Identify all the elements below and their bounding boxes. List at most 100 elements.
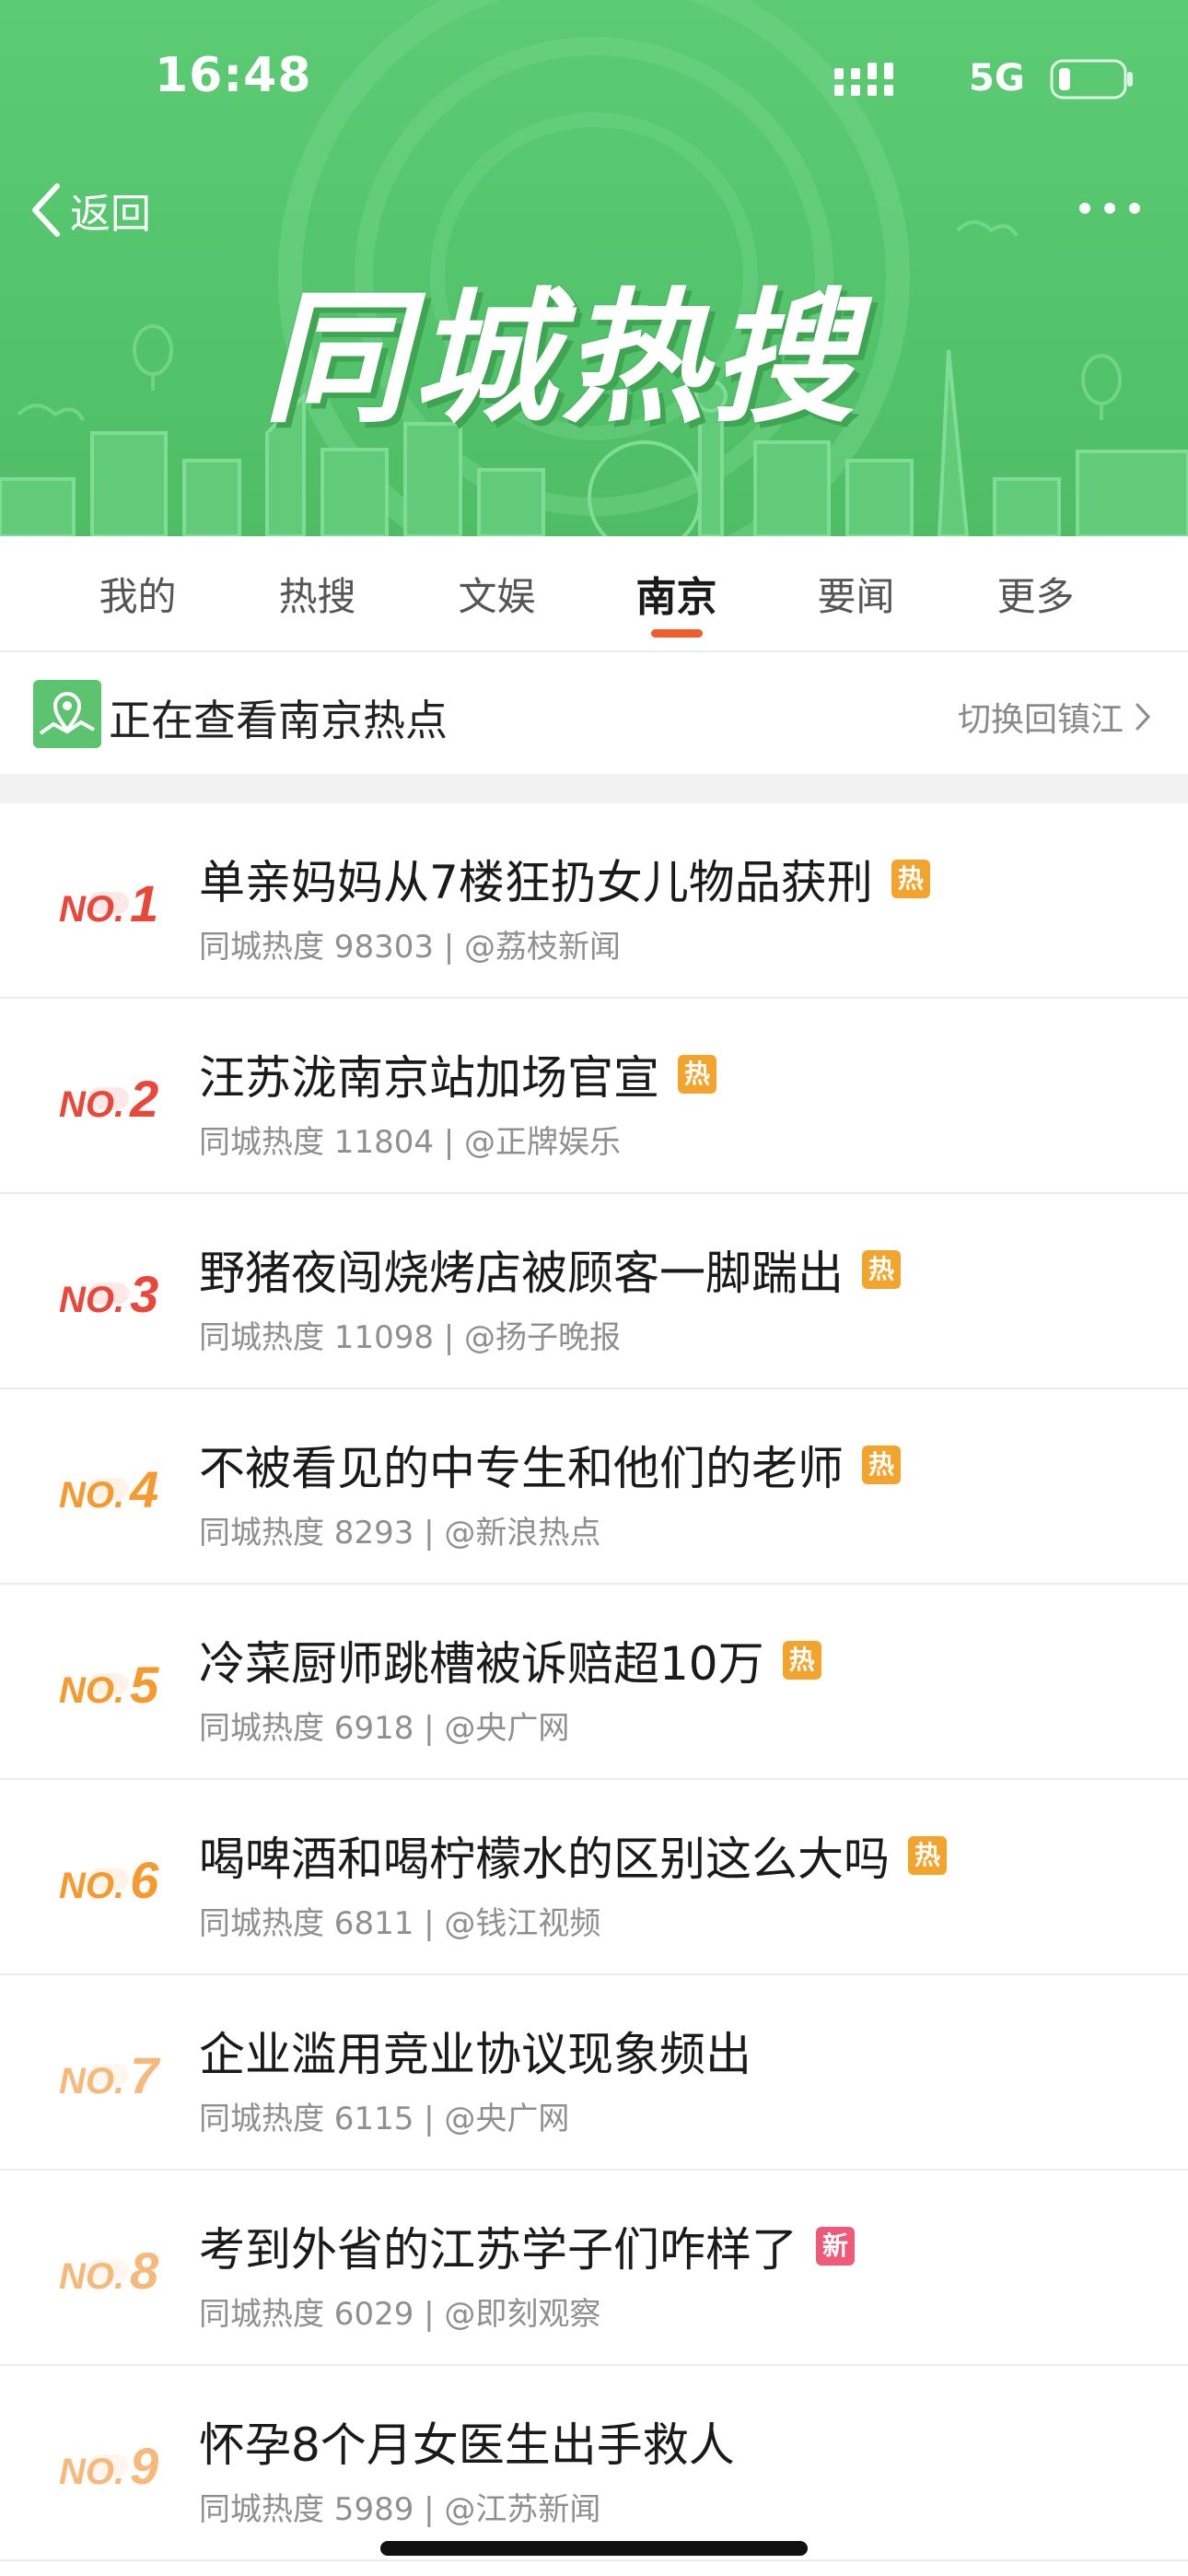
hot-list-item[interactable]: NO. 1 单亲妈妈从7楼狂扔女儿物品获刑热同城热度 98303 | @荔枝新闻: [0, 803, 1188, 999]
item-title-row: 考到外省的江苏学子们咋样了新: [199, 2213, 855, 2279]
rank-prefix: NO.: [59, 1475, 125, 1516]
hot-list-item[interactable]: NO. 3 野猪夜闯烧烤店被顾客一脚踹出热同城热度 11098 | @扬子晚报: [0, 1194, 1188, 1389]
tab-label: 更多: [996, 573, 1075, 619]
tab-nanjing[interactable]: 南京: [587, 536, 766, 650]
item-title: 冷菜厨师跳槽被诉赔超10万: [199, 1637, 764, 1691]
hot-badge: 热: [782, 1641, 821, 1680]
item-meta: 同城热度 6115 | @央广网: [199, 2101, 570, 2137]
new-badge: 新: [816, 2227, 855, 2266]
rank-prefix: NO.: [59, 1084, 125, 1125]
more-button[interactable]: [1068, 181, 1151, 236]
item-title-row: 单亲妈妈从7楼狂扔女儿物品获刑热: [199, 846, 930, 912]
network-label: 5G: [969, 57, 1025, 100]
item-meta: 同城热度 6811 | @钱江视频: [199, 1905, 601, 1942]
hot-search-list: NO. 1 单亲妈妈从7楼狂扔女儿物品获刑热同城热度 98303 | @荔枝新闻 NO…: [0, 803, 1188, 2561]
item-title: 野猪夜闯烧烤店被顾客一脚踹出: [199, 1247, 844, 1300]
item-title: 单亲妈妈从7楼狂扔女儿物品获刑: [199, 856, 873, 909]
rank-number: 1: [130, 874, 159, 932]
rank-label: NO. 9: [59, 2436, 158, 2496]
category-tabs: 我的 热搜 文娱 南京 要闻 更多: [0, 536, 1188, 650]
item-title: 不被看见的中专生和他们的老师: [199, 1442, 844, 1495]
item-title: 汪苏泷南京站加场官宣: [199, 1051, 659, 1105]
tab-news[interactable]: 要闻: [766, 536, 946, 650]
rank-number: 4: [130, 1460, 159, 1518]
item-title: 怀孕8个月女医生出手救人: [199, 2418, 735, 2472]
hot-badge: 热: [862, 1446, 901, 1484]
status-bar: 16:48 5G: [0, 0, 1188, 138]
status-time: 16:48: [155, 48, 312, 103]
hot-list-item[interactable]: NO. 5 冷菜厨师跳槽被诉赔超10万热同城热度 6918 | @央广网: [0, 1585, 1188, 1780]
hot-list-item[interactable]: NO. 6 喝啤酒和喝柠檬水的区别这么大吗热同城热度 6811 | @钱江视频: [0, 1780, 1188, 1975]
banner-title: 同城热搜: [263, 275, 860, 442]
rank-number: 3: [130, 1265, 159, 1323]
rank-prefix: NO.: [59, 889, 125, 930]
item-meta: 同城热度 5989 | @江苏新闻: [199, 2491, 601, 2528]
back-button[interactable]: 返回: [28, 177, 151, 243]
tab-mine[interactable]: 我的: [48, 536, 227, 650]
rank-label: NO. 3: [59, 1264, 158, 1324]
tab-label: 要闻: [817, 573, 895, 619]
tab-entertainment[interactable]: 文娱: [407, 536, 587, 650]
switch-city-link[interactable]: 切换回镇江: [958, 693, 1151, 741]
rank-label: NO. 6: [59, 1850, 158, 1910]
tab-hot-search[interactable]: 热搜: [227, 536, 407, 650]
item-title-row: 汪苏泷南京站加场官宣热: [199, 1041, 716, 1107]
item-title: 喝啤酒和喝柠檬水的区别这么大吗: [199, 1832, 890, 1886]
header-banner: 16:48 5G 返回 同城热搜: [0, 0, 1188, 536]
rank-label: NO. 1: [59, 873, 158, 933]
back-label: 返回: [70, 191, 151, 238]
hot-list-item[interactable]: NO. 4 不被看见的中专生和他们的老师热同城热度 8293 | @新浪热点: [0, 1389, 1188, 1585]
hot-list-item[interactable]: NO. 2 汪苏泷南京站加场官宣热同城热度 11804 | @正牌娱乐: [0, 999, 1188, 1194]
item-title-row: 冷菜厨师跳槽被诉赔超10万热: [199, 1627, 821, 1693]
rank-prefix: NO.: [59, 1670, 125, 1711]
item-meta: 同城热度 11098 | @扬子晚报: [199, 1319, 622, 1356]
rank-number: 5: [130, 1656, 159, 1714]
rank-label: NO. 7: [59, 2045, 158, 2105]
hot-badge: 热: [891, 860, 930, 898]
rank-prefix: NO.: [59, 2452, 125, 2492]
hot-badge: 热: [908, 1836, 947, 1875]
rank-number: 7: [130, 2046, 159, 2104]
rank-label: NO. 5: [59, 1655, 158, 1715]
rank-label: NO. 4: [59, 1459, 158, 1519]
battery-low-icon: [1050, 59, 1133, 100]
item-meta: 同城热度 8293 | @新浪热点: [199, 1515, 601, 1551]
item-meta: 同城热度 11804 | @正牌娱乐: [199, 1124, 622, 1161]
tab-more[interactable]: 更多: [946, 536, 1125, 650]
item-title: 企业滥用竞业协议现象频出: [199, 2028, 751, 2081]
rank-prefix: NO.: [59, 1866, 125, 1906]
rank-number: 8: [130, 2242, 159, 2300]
hot-list-item[interactable]: NO. 9 怀孕8个月女医生出手救人同城热度 5989 | @江苏新闻: [0, 2366, 1188, 2561]
item-title-row: 不被看见的中专生和他们的老师热: [199, 1432, 901, 1498]
item-meta: 同城热度 6029 | @即刻观察: [199, 2296, 601, 2333]
location-text: 正在查看南京热点: [109, 696, 448, 745]
hot-badge: 热: [678, 1055, 716, 1094]
home-indicator[interactable]: [380, 2541, 808, 2556]
tab-label: 南京: [635, 574, 717, 621]
signal-bars-icon: [834, 63, 893, 96]
item-title-row: 企业滥用竞业协议现象频出: [199, 2018, 751, 2084]
rank-prefix: NO.: [59, 1280, 125, 1320]
item-meta: 同城热度 6918 | @央广网: [199, 1710, 570, 1747]
rank-label: NO. 8: [59, 2241, 158, 2301]
rank-label: NO. 2: [59, 1069, 158, 1129]
rank-prefix: NO.: [59, 2061, 125, 2102]
section-gap: [0, 774, 1188, 803]
rank-number: 9: [130, 2437, 159, 2495]
item-title-row: 怀孕8个月女医生出手救人: [199, 2408, 735, 2475]
item-title-row: 喝啤酒和喝柠檬水的区别这么大吗热: [199, 1822, 947, 1889]
rank-number: 6: [130, 1851, 159, 1909]
hot-list-item[interactable]: NO. 7 企业滥用竞业协议现象频出同城热度 6115 | @央广网: [0, 1975, 1188, 2171]
item-title: 考到外省的江苏学子们咋样了: [199, 2223, 798, 2277]
hot-list-item[interactable]: NO. 8 考到外省的江苏学子们咋样了新同城热度 6029 | @即刻观察: [0, 2171, 1188, 2366]
chevron-right-icon: [1136, 703, 1151, 731]
tab-label: 文娱: [458, 573, 536, 619]
map-pin-icon: [33, 680, 101, 748]
more-dots-icon: [1079, 203, 1140, 214]
switch-city-label: 切换回镇江: [957, 701, 1124, 739]
item-meta: 同城热度 98303 | @荔枝新闻: [199, 929, 622, 966]
rank-prefix: NO.: [59, 2256, 125, 2297]
tab-label: 热搜: [278, 573, 356, 619]
rank-number: 2: [130, 1070, 159, 1128]
active-tab-indicator: [650, 629, 703, 638]
